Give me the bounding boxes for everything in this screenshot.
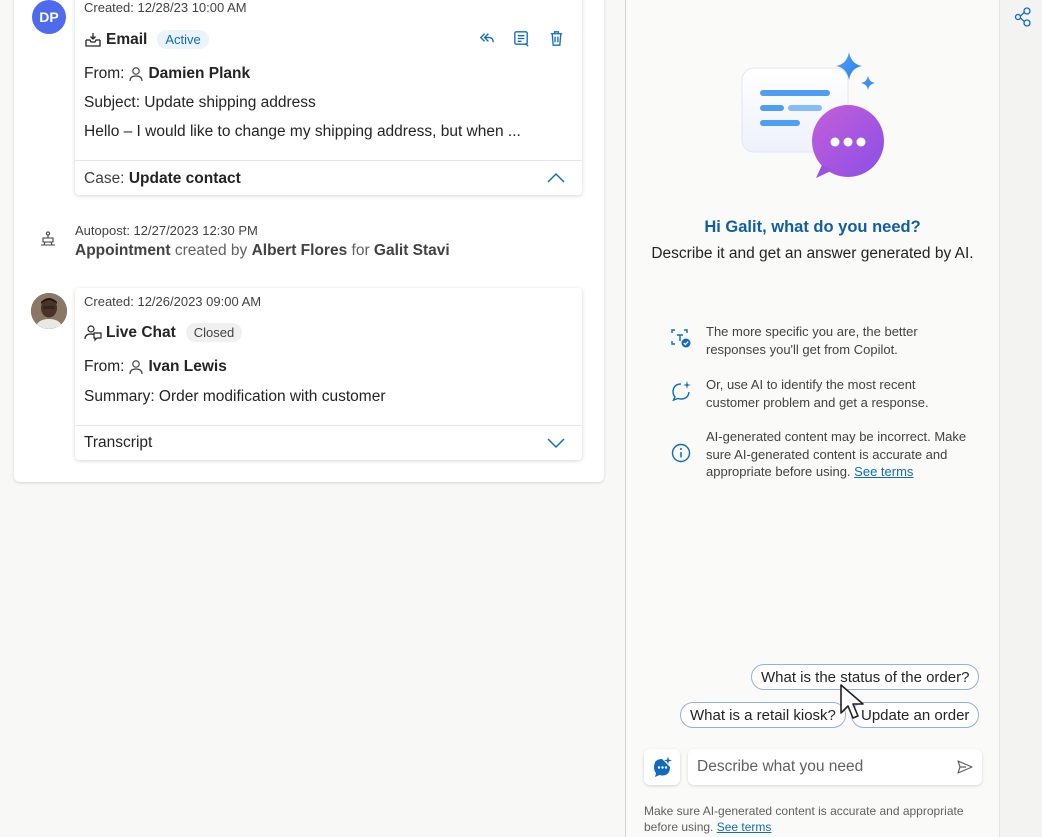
- prompt-input-container: [688, 749, 982, 785]
- copilot-greeting: Hi Galit, what do you need?: [704, 218, 921, 236]
- disclaimer-text: AI-generated content may be incorrect. M…: [706, 429, 967, 479]
- avatar[interactable]: [31, 293, 67, 329]
- activity-type-label: Live Chat: [106, 323, 176, 341]
- created-timestamp: Created: 12/28/23 10:00 AM: [84, 0, 247, 15]
- creator-name[interactable]: Albert Flores: [252, 242, 348, 259]
- person-icon: [129, 67, 144, 82]
- chevron-up-icon[interactable]: [547, 172, 565, 184]
- reply-all-icon[interactable]: [477, 29, 496, 48]
- from-label: From:: [84, 358, 125, 375]
- connections-icon[interactable]: [1014, 7, 1034, 27]
- activity-type-label: Email: [106, 30, 148, 48]
- from-label: From:: [84, 65, 125, 82]
- transcript-toggle[interactable]: Transcript: [84, 434, 152, 452]
- from-row: From: Damien Plank: [84, 65, 250, 83]
- info-icon: [671, 443, 691, 463]
- summary-line: Summary: Order modification with custome…: [84, 388, 386, 405]
- note-icon[interactable]: [512, 29, 531, 48]
- status-badge: Active: [157, 30, 209, 49]
- email-preview: Hello – I would like to change my shippi…: [84, 123, 521, 140]
- footer-disclaimer-text: Make sure AI-generated content is accura…: [644, 804, 964, 834]
- delete-icon[interactable]: [547, 29, 566, 48]
- target-name[interactable]: Galit Stavi: [374, 242, 450, 259]
- mouse-cursor-icon: [840, 684, 864, 719]
- chat-sparkle-icon: [672, 381, 691, 402]
- from-name[interactable]: Ivan Lewis: [148, 358, 226, 376]
- divider: [75, 425, 582, 426]
- copilot-chat-illustration-icon: [741, 52, 884, 178]
- tip-text: Or, use AI to identify the most recent c…: [706, 377, 929, 410]
- appointment-icon: [41, 231, 55, 246]
- avatar[interactable]: DP: [32, 0, 66, 34]
- tip-text: The more specific you are, the better re…: [706, 324, 918, 357]
- activity-type-row: Live Chat Closed: [84, 323, 243, 342]
- live-chat-activity-card[interactable]: Created: 12/26/2023 09:00 AM Live Chat C…: [75, 288, 582, 460]
- divider: [75, 160, 582, 161]
- subject-line: Subject: Update shipping address: [84, 94, 316, 111]
- status-badge: Closed: [185, 323, 243, 342]
- tip-text: AI-generated content may be incorrect. M…: [706, 428, 970, 481]
- see-terms-link[interactable]: See terms: [717, 820, 772, 834]
- prompt-guide-button[interactable]: [644, 749, 680, 785]
- from-name[interactable]: Damien Plank: [148, 65, 250, 83]
- person-icon: [129, 360, 144, 375]
- case-label: Case:: [84, 170, 125, 187]
- created-by-text: created by: [174, 242, 248, 259]
- prompt-input[interactable]: [697, 749, 947, 785]
- send-icon[interactable]: [956, 758, 974, 776]
- footer-disclaimer: Make sure AI-generated content is accura…: [644, 803, 984, 835]
- for-text: for: [351, 242, 370, 259]
- email-inbox-icon: [85, 32, 101, 47]
- case-value: Update contact: [128, 170, 241, 187]
- created-timestamp: Created: 12/26/2023 09:00 AM: [84, 294, 262, 309]
- scan-check-icon: [671, 329, 691, 348]
- person-photo-icon: [31, 293, 67, 329]
- chat-sparkle-icon: [654, 756, 672, 777]
- right-rail: [999, 0, 1042, 837]
- suggestion-chip[interactable]: What is a retail kiosk?: [680, 702, 846, 728]
- card-actions: [477, 29, 566, 48]
- see-terms-link[interactable]: See terms: [854, 464, 913, 479]
- timeline-area: DP Created: 12/28/23 10:00 AM Email Acti…: [0, 0, 625, 837]
- copilot-pane: Hi Galit, what do you need? Describe it …: [625, 0, 999, 837]
- from-row: From: Ivan Lewis: [84, 358, 227, 376]
- tip-item: Or, use AI to identify the most recent c…: [670, 376, 970, 411]
- email-activity-card[interactable]: Created: 12/28/23 10:00 AM Email Active …: [75, 0, 582, 195]
- copilot-subgreeting: Describe it and get an answer generated …: [651, 245, 974, 262]
- tip-item: The more specific you are, the better re…: [670, 323, 970, 358]
- chevron-down-icon[interactable]: [547, 437, 565, 449]
- autopost-text: Appointment created by Albert Flores for…: [75, 242, 450, 260]
- suggestion-chip[interactable]: Update an order: [851, 702, 980, 728]
- autopost-timestamp: Autopost: 12/27/2023 12:30 PM: [75, 223, 258, 238]
- tip-item: AI-generated content may be incorrect. M…: [670, 428, 970, 481]
- live-chat-icon: [84, 324, 102, 341]
- case-link[interactable]: Case: Update contact: [84, 170, 241, 188]
- entity-name[interactable]: Appointment: [75, 242, 171, 259]
- activity-type-row: Email Active: [84, 30, 209, 49]
